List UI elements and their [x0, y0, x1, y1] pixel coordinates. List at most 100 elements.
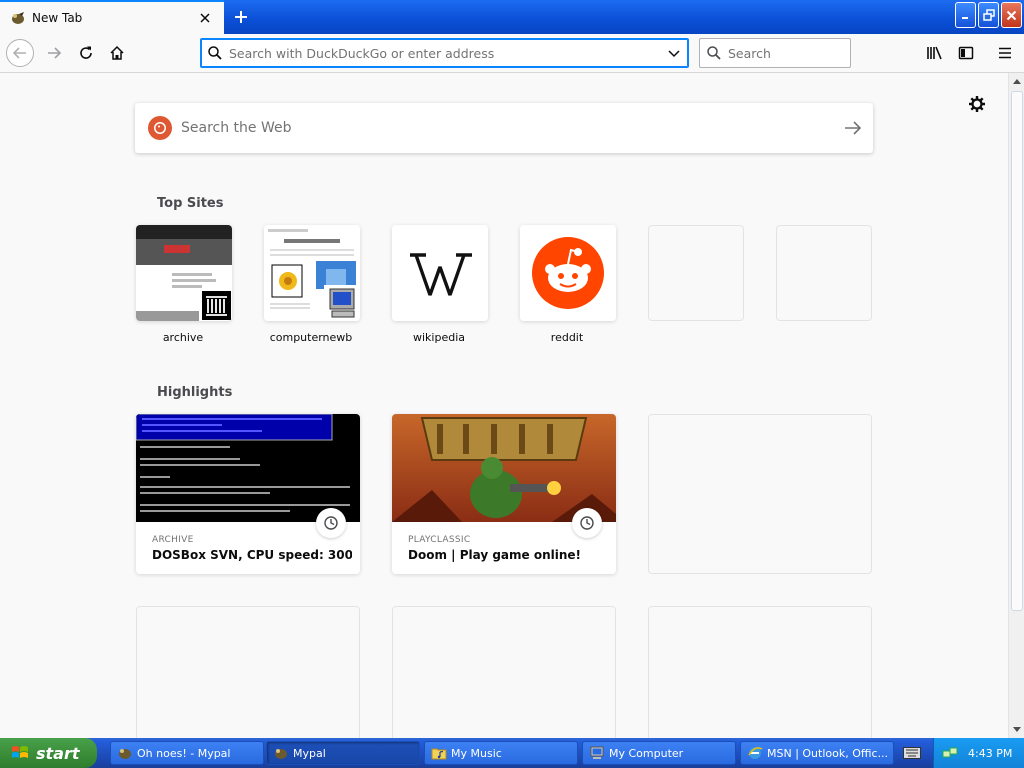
highlight-empty-slot — [392, 606, 616, 738]
highlight-card-playclassic[interactable]: PLAYCLASSIC Doom | Play game online! — [392, 414, 616, 574]
sidebar-icon — [958, 46, 974, 60]
top-site-label: reddit — [550, 331, 584, 344]
top-site-empty-slot — [776, 225, 872, 321]
menu-button[interactable] — [991, 39, 1019, 67]
top-site-empty-slot — [648, 225, 744, 321]
taskbar-item-label: MSN | Outlook, Offic... — [767, 746, 889, 760]
scroll-down-icon[interactable] — [1009, 722, 1024, 738]
restore-button[interactable] — [978, 2, 999, 28]
minimize-button[interactable] — [955, 2, 976, 28]
taskbar-item-label: My Computer — [609, 746, 684, 760]
system-tray: 4:43 PM — [933, 738, 1024, 768]
duckduckgo-logo-icon — [148, 116, 172, 140]
navigation-toolbar — [0, 34, 1024, 73]
taskbar-item-label: Mypal — [293, 746, 326, 760]
top-site-label: archive — [162, 331, 204, 344]
taskbar-clock[interactable]: 4:43 PM — [968, 747, 1012, 760]
highlights-heading: Highlights — [157, 385, 233, 400]
page-settings-button[interactable] — [966, 93, 988, 115]
url-bar[interactable] — [200, 38, 689, 68]
highlight-source: ARCHIVE — [152, 535, 194, 545]
close-tab-icon[interactable] — [194, 7, 216, 29]
top-site-label: computernewb — [269, 331, 353, 344]
start-label: start — [36, 743, 80, 763]
folder-music-icon — [431, 748, 447, 760]
restore-icon — [982, 9, 995, 21]
taskbar-item-label: My Music — [451, 746, 502, 760]
highlight-source: PLAYCLASSIC — [408, 535, 471, 545]
scroll-up-icon[interactable] — [1009, 73, 1024, 89]
search-icon — [700, 45, 728, 61]
close-icon — [1006, 10, 1017, 20]
search-icon — [201, 45, 229, 61]
top-site-computernewb[interactable] — [264, 225, 360, 321]
plus-icon — [235, 11, 247, 23]
start-button[interactable]: start — [0, 738, 97, 768]
highlight-empty-slot — [648, 606, 872, 738]
top-site-label: wikipedia — [412, 331, 465, 344]
top-sites-heading: Top Sites — [157, 196, 224, 211]
hamburger-menu-icon — [999, 47, 1011, 59]
mypal-icon — [119, 749, 131, 759]
top-site-wikipedia[interactable] — [392, 225, 488, 321]
reload-icon — [80, 46, 92, 59]
windows-flag-icon — [12, 746, 28, 758]
reddit-logo-icon — [520, 225, 616, 321]
archive-thumbnail — [136, 225, 232, 321]
reload-button[interactable] — [72, 39, 100, 67]
chevron-down-icon[interactable] — [660, 46, 688, 60]
vertical-scrollbar[interactable] — [1008, 73, 1024, 738]
network-icon[interactable] — [942, 745, 958, 761]
internet-explorer-icon — [748, 747, 763, 759]
taskbar-item-mypal[interactable]: Mypal — [266, 741, 420, 765]
search-input[interactable] — [728, 45, 838, 61]
tab-title: New Tab — [32, 11, 83, 25]
new-tab-page: Top Sites archive computernewb wikipedia — [0, 73, 1008, 738]
library-button[interactable] — [921, 39, 949, 67]
keyboard-icon[interactable] — [900, 745, 924, 761]
doom-thumbnail — [392, 414, 616, 522]
wikipedia-logo-icon — [392, 225, 488, 321]
top-site-reddit[interactable] — [520, 225, 616, 321]
search-bar[interactable] — [699, 38, 851, 68]
web-search-input[interactable] — [181, 120, 833, 136]
dosbox-thumbnail — [136, 414, 360, 522]
new-tab-button[interactable] — [228, 4, 254, 30]
taskbar-item-msn[interactable]: MSN | Outlook, Offic... — [740, 741, 894, 765]
taskbar-item-my-computer[interactable]: My Computer — [582, 741, 736, 765]
tab-new-tab[interactable]: New Tab — [0, 0, 224, 34]
title-bar: New Tab — [0, 0, 1024, 34]
forward-arrow-icon — [48, 47, 62, 59]
taskbar-item-oh-noes-mypal[interactable]: Oh noes! - Mypal — [110, 741, 264, 765]
highlight-empty-slot — [648, 414, 872, 574]
highlight-empty-slot — [136, 606, 360, 738]
web-search-box[interactable] — [135, 103, 873, 153]
highlight-title: DOSBox SVN, CPU speed: 3000 ... — [152, 548, 352, 562]
scrollbar-thumb[interactable] — [1011, 91, 1023, 611]
top-site-archive[interactable] — [136, 225, 232, 321]
windows-taskbar: start Oh noes! - Mypal Mypal My Music My… — [0, 738, 1024, 768]
home-button[interactable] — [103, 39, 131, 67]
arrow-right-icon[interactable] — [833, 121, 873, 135]
back-arrow-icon — [12, 47, 26, 59]
home-icon — [110, 45, 124, 60]
back-button[interactable] — [6, 39, 34, 67]
close-window-button[interactable] — [1001, 2, 1022, 28]
gear-icon — [969, 96, 985, 112]
computernewb-thumbnail — [264, 225, 360, 321]
mypal-icon — [275, 749, 287, 759]
highlight-card-archive[interactable]: ARCHIVE DOSBox SVN, CPU speed: 3000 ... — [136, 414, 360, 574]
forward-button[interactable] — [40, 39, 68, 67]
minimize-icon — [961, 17, 968, 19]
library-icon — [927, 46, 942, 60]
computer-icon — [590, 746, 604, 759]
sidebar-button[interactable] — [952, 39, 980, 67]
url-input[interactable] — [229, 45, 660, 61]
highlight-title: Doom | Play game online! — [408, 548, 582, 562]
taskbar-item-my-music[interactable]: My Music — [424, 741, 578, 765]
taskbar-item-label: Oh noes! - Mypal — [137, 746, 231, 760]
mypal-icon — [12, 12, 24, 24]
clock-icon — [572, 508, 602, 538]
clock-icon — [316, 508, 346, 538]
window-controls — [955, 2, 1022, 28]
